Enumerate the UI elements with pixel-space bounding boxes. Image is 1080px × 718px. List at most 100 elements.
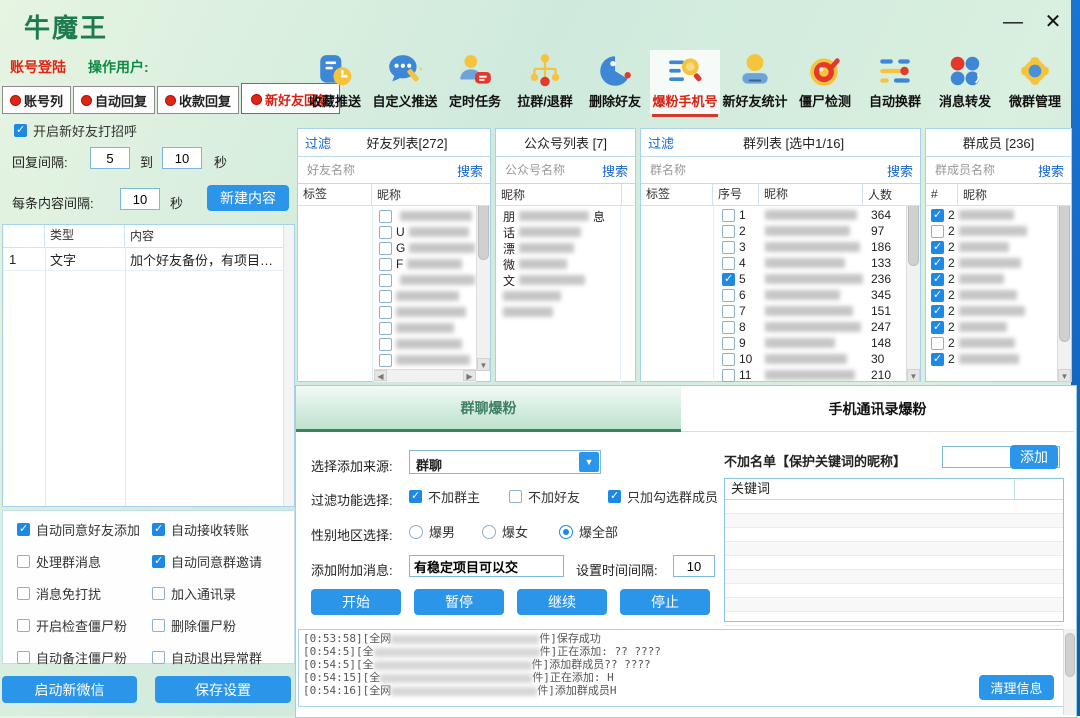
radio-female[interactable]: 爆女 <box>482 522 528 541</box>
checkbox[interactable] <box>379 354 392 367</box>
mp-row[interactable]: 文 <box>500 272 635 288</box>
friend-row[interactable]: U <box>376 224 475 240</box>
friend-row[interactable] <box>376 272 475 288</box>
group-row[interactable]: 7151 <box>643 303 905 319</box>
groups-vscrollbar[interactable]: ▲▼ <box>906 206 920 382</box>
opt-handle-group-msg[interactable]: 处理群消息 <box>17 552 152 571</box>
friends-search-link[interactable]: 搜索 <box>457 161 483 180</box>
add-button[interactable]: 添加 <box>1010 445 1058 469</box>
checkbox[interactable] <box>379 258 392 271</box>
checkbox[interactable] <box>931 305 944 318</box>
mp-row[interactable]: 朋息 <box>500 208 635 224</box>
content-row[interactable]: 1 文字 加个好友备份，有项目… <box>3 248 294 271</box>
checkbox[interactable] <box>931 273 944 286</box>
greet-checkbox-row[interactable]: 开启新好友打招呼 <box>14 121 137 140</box>
group-row[interactable]: 4133 <box>643 255 905 271</box>
friend-row[interactable] <box>376 336 475 352</box>
scroll-right-arrow[interactable]: ▶ <box>463 370 476 381</box>
checkbox[interactable] <box>379 242 392 255</box>
toolbar-pull-quit-group[interactable]: 拉群/退群 <box>510 50 580 114</box>
member-row[interactable]: 2 <box>928 239 1056 255</box>
toolbar-custom-push[interactable]: 自定义推送 <box>370 50 440 114</box>
checkbox[interactable] <box>379 290 392 303</box>
friend-row[interactable]: F <box>376 256 475 272</box>
checkbox[interactable] <box>152 651 165 664</box>
checkbox[interactable] <box>152 523 165 536</box>
checkbox[interactable] <box>722 225 735 238</box>
opt-mute-message[interactable]: 消息免打扰 <box>17 584 152 603</box>
checkbox[interactable] <box>722 209 735 222</box>
opt-no-friends[interactable]: 不加好友 <box>509 487 580 506</box>
opt-only-checked-members[interactable]: 只加勾选群成员 <box>608 487 718 506</box>
friend-row[interactable] <box>376 288 475 304</box>
checkbox[interactable] <box>17 587 30 600</box>
tab-auto-reply[interactable]: 自动回复 <box>73 86 155 114</box>
keyword-row[interactable] <box>725 556 1063 570</box>
member-row[interactable]: 2 <box>928 319 1056 335</box>
close-button[interactable]: ✕ <box>1038 10 1068 34</box>
tab-payment-reply[interactable]: 收款回复 <box>157 86 239 114</box>
checkbox[interactable] <box>722 337 735 350</box>
keyword-row[interactable] <box>725 612 1063 626</box>
checkbox[interactable] <box>931 209 944 222</box>
chevron-down-icon[interactable]: ▼ <box>579 452 599 472</box>
keyword-row[interactable] <box>725 528 1063 542</box>
tab-group-chat-fans[interactable]: 群聊爆粉 <box>296 386 681 432</box>
group-row[interactable]: 297 <box>643 223 905 239</box>
checkbox[interactable] <box>931 225 944 238</box>
radio-icon[interactable] <box>409 525 423 539</box>
checkbox[interactable] <box>722 273 735 286</box>
clear-info-button[interactable]: 清理信息 <box>979 675 1054 700</box>
group-row[interactable]: 1364 <box>643 207 905 223</box>
opt-auto-accept-group-invite[interactable]: 自动同意群邀请 <box>152 552 294 571</box>
source-dropdown[interactable]: 群聊 ▼ <box>409 450 601 474</box>
checkbox[interactable] <box>931 241 944 254</box>
checkbox[interactable] <box>722 289 735 302</box>
group-row[interactable]: 1030 <box>643 351 905 367</box>
checkbox[interactable] <box>17 555 30 568</box>
checkbox[interactable] <box>931 289 944 302</box>
checkbox[interactable] <box>379 322 392 335</box>
resume-button[interactable]: 继续 <box>517 589 607 615</box>
interval-input[interactable] <box>673 555 715 577</box>
checkbox[interactable] <box>17 523 30 536</box>
message-input[interactable] <box>409 555 564 577</box>
friend-row[interactable] <box>376 352 475 368</box>
toolbar-zombie-detect[interactable]: 僵尸检测 <box>790 50 860 114</box>
reply-to-input[interactable] <box>162 147 202 169</box>
toolbar-new-friend-stats[interactable]: 新好友统计 <box>720 50 790 114</box>
pause-button[interactable]: 暂停 <box>414 589 504 615</box>
radio-icon[interactable] <box>559 525 573 539</box>
friend-row[interactable] <box>376 320 475 336</box>
checkbox[interactable] <box>722 305 735 318</box>
members-vscrollbar[interactable]: ▲▼ <box>1057 206 1071 382</box>
save-settings-button[interactable]: 保存设置 <box>155 676 291 703</box>
greet-checkbox[interactable] <box>14 124 27 137</box>
scroll-thumb[interactable] <box>1065 633 1075 677</box>
checkbox[interactable] <box>379 338 392 351</box>
mp-search-input[interactable] <box>503 162 598 178</box>
checkbox[interactable] <box>152 555 165 568</box>
member-row[interactable]: 2 <box>928 303 1056 319</box>
keyword-row[interactable] <box>725 542 1063 556</box>
checkbox[interactable] <box>722 257 735 270</box>
keyword-row[interactable] <box>725 514 1063 528</box>
start-button[interactable]: 开始 <box>311 589 401 615</box>
tab-phone-contacts-fans[interactable]: 手机通讯录爆粉 <box>681 386 1074 432</box>
group-row[interactable]: 3186 <box>643 239 905 255</box>
new-content-button[interactable]: 新建内容 <box>207 185 289 211</box>
scroll-left-arrow[interactable]: ◀ <box>374 370 387 381</box>
friend-row[interactable]: G <box>376 240 475 256</box>
opt-quit-abnormal-group[interactable]: 自动退出异常群 <box>152 648 294 667</box>
scroll-down-arrow[interactable]: ▼ <box>907 369 920 382</box>
start-new-wechat-button[interactable]: 启动新微信 <box>2 676 137 703</box>
opt-join-contacts[interactable]: 加入通讯录 <box>152 584 294 603</box>
opt-auto-accept-friend[interactable]: 自动同意好友添加 <box>17 520 152 539</box>
mp-row[interactable]: 漂 <box>500 240 635 256</box>
member-row[interactable]: 2 <box>928 255 1056 271</box>
minimize-button[interactable]: — <box>998 10 1028 34</box>
groups-filter-link[interactable]: 过滤 <box>648 133 674 152</box>
checkbox[interactable] <box>379 210 392 223</box>
keyword-row[interactable] <box>725 570 1063 584</box>
members-search-link[interactable]: 搜索 <box>1038 161 1064 180</box>
